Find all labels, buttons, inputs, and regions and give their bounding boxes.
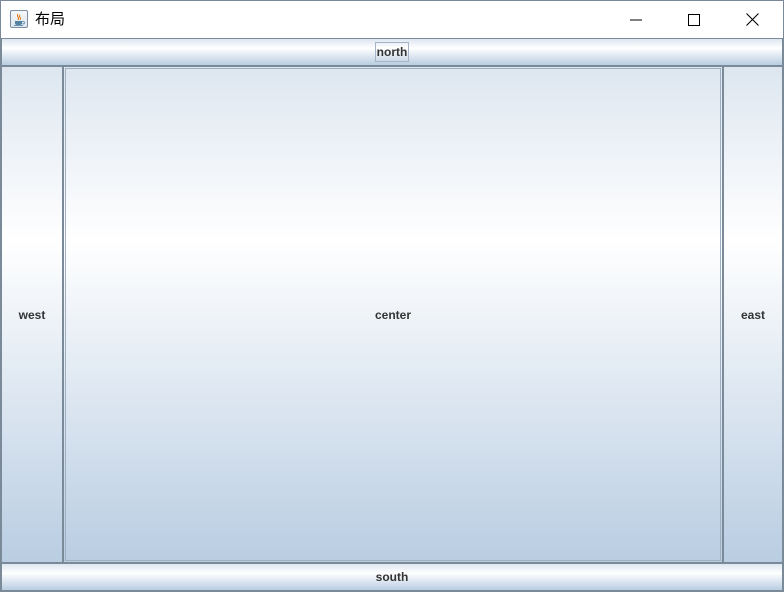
west-button[interactable]: west xyxy=(1,66,63,563)
maximize-icon xyxy=(688,13,700,26)
north-button[interactable]: north xyxy=(1,38,783,66)
minimize-icon xyxy=(630,19,642,20)
north-button-label: north xyxy=(374,42,410,62)
center-button[interactable]: center xyxy=(63,66,723,563)
application-window: 布局 north west center east south xyxy=(0,0,784,592)
east-button-label: east xyxy=(740,307,766,322)
border-layout-panel: north west center east south xyxy=(1,38,783,591)
close-button[interactable] xyxy=(723,1,781,38)
east-button[interactable]: east xyxy=(723,66,783,563)
west-button-label: west xyxy=(18,307,46,322)
title-bar[interactable]: 布局 xyxy=(1,1,783,39)
center-button-label: center xyxy=(374,307,412,322)
maximize-button[interactable] xyxy=(665,1,723,38)
close-icon xyxy=(745,13,759,26)
java-coffee-icon xyxy=(10,10,28,28)
south-button-label: south xyxy=(375,570,409,584)
window-title: 布局 xyxy=(35,10,66,28)
south-button[interactable]: south xyxy=(1,563,783,591)
minimize-button[interactable] xyxy=(607,1,665,38)
